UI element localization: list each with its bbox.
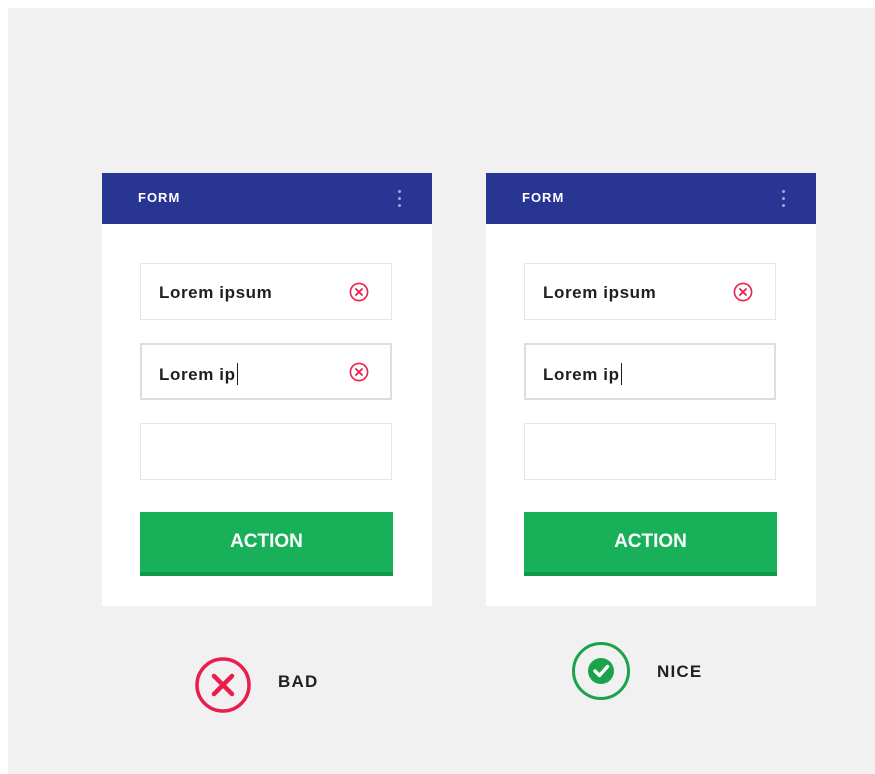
text-field-3-empty[interactable] bbox=[524, 423, 776, 480]
x-circle-icon bbox=[195, 657, 251, 713]
check-circle-icon bbox=[572, 642, 630, 700]
verdict-label: BAD bbox=[278, 672, 319, 691]
text-field-3-empty[interactable] bbox=[140, 423, 392, 480]
card-title: FORM bbox=[138, 190, 181, 205]
text-field-1[interactable]: Lorem ipsum bbox=[524, 263, 776, 320]
card-title: FORM bbox=[522, 190, 565, 205]
card-header: FORM bbox=[102, 173, 432, 224]
verdict-label: NICE bbox=[657, 662, 703, 681]
text-caret bbox=[236, 363, 239, 385]
form-card-bad: FORM Lorem ipsum Lorem ip ACTION bbox=[102, 173, 432, 606]
form-card-nice: FORM Lorem ipsum Lorem ip ACTION bbox=[486, 173, 816, 606]
text-caret bbox=[620, 363, 623, 385]
text-field-2-focused[interactable]: Lorem ip bbox=[524, 343, 776, 400]
field-value: Lorem ipsum bbox=[159, 283, 273, 302]
card-header: FORM bbox=[486, 173, 816, 224]
field-value: Lorem ip bbox=[159, 363, 239, 385]
kebab-menu-icon[interactable] bbox=[398, 190, 402, 208]
field-value: Lorem ipsum bbox=[543, 283, 657, 302]
text-field-2-focused[interactable]: Lorem ip bbox=[140, 343, 392, 400]
kebab-menu-icon[interactable] bbox=[782, 190, 786, 208]
field-value: Lorem ip bbox=[543, 363, 623, 385]
clear-circle-x-icon[interactable] bbox=[349, 282, 369, 302]
clear-circle-x-icon[interactable] bbox=[733, 282, 753, 302]
action-button[interactable]: ACTION bbox=[140, 512, 393, 576]
action-button[interactable]: ACTION bbox=[524, 512, 777, 576]
canvas: FORM Lorem ipsum Lorem ip ACTION FORM Lo… bbox=[8, 8, 875, 774]
text-field-1[interactable]: Lorem ipsum bbox=[140, 263, 392, 320]
clear-circle-x-icon[interactable] bbox=[349, 362, 369, 382]
